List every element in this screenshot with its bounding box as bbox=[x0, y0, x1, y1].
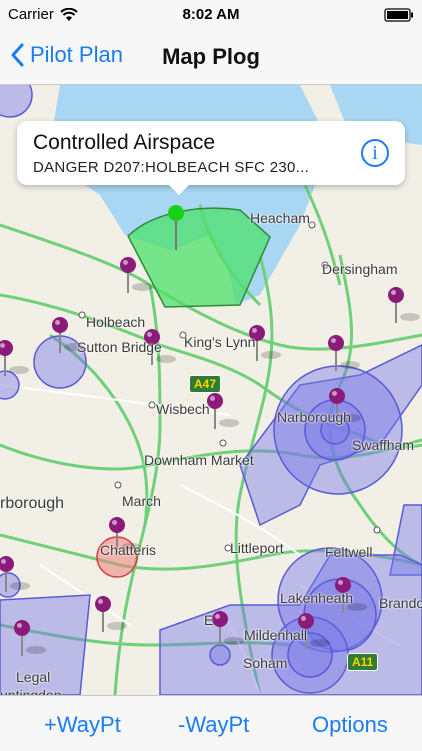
place-legal: Legal bbox=[16, 669, 51, 685]
place-kings-lynn: King's Lynn bbox=[184, 334, 256, 350]
airspace-callout[interactable]: Controlled Airspace DANGER D207:HOLBEACH… bbox=[17, 121, 405, 195]
bottom-toolbar: +WayPt -WayPt Options bbox=[0, 695, 422, 751]
place-ely: E bbox=[204, 612, 214, 628]
place-mildenhall: Mildenhall bbox=[244, 627, 308, 643]
place-peterborough: rborough bbox=[0, 495, 65, 512]
waypoint-pin[interactable] bbox=[388, 287, 420, 323]
callout-title: Controlled Airspace bbox=[33, 131, 216, 154]
waypoint-pin[interactable] bbox=[0, 340, 29, 376]
place-lakenheath: Lakenheath bbox=[280, 590, 354, 606]
map-view[interactable]: Heacham Dersingham Holbeach Sutton Bridg… bbox=[0, 85, 422, 695]
options-button[interactable]: Options bbox=[312, 712, 388, 738]
selected-pin[interactable] bbox=[168, 205, 184, 250]
status-time: 8:02 AM bbox=[182, 6, 240, 23]
place-littleport: Littleport bbox=[230, 540, 284, 556]
place-chatteris: Chatteris bbox=[100, 542, 157, 558]
info-icon[interactable]: i bbox=[361, 139, 389, 167]
place-dersingham: Dersingham bbox=[322, 261, 398, 277]
place-wisbech: Wisbech bbox=[156, 401, 210, 417]
road-shield-a47: A47 bbox=[189, 375, 222, 393]
place-holbeach: Holbeach bbox=[86, 314, 146, 330]
callout-tail bbox=[167, 183, 191, 195]
waypoint-pin[interactable] bbox=[14, 620, 46, 656]
place-narborough: Narborough bbox=[277, 409, 351, 425]
place-soham: Soham bbox=[243, 655, 288, 671]
waypoint-pin[interactable] bbox=[328, 335, 360, 371]
place-heacham: Heacham bbox=[250, 210, 310, 226]
place-march: March bbox=[122, 493, 161, 509]
waypoint-pin[interactable] bbox=[212, 611, 244, 647]
remove-waypoint-button[interactable]: -WayPt bbox=[178, 712, 249, 738]
waypoint-pin[interactable] bbox=[0, 556, 30, 592]
waypoint-pin[interactable] bbox=[95, 596, 127, 632]
place-brandon: Brando bbox=[379, 595, 422, 611]
place-downham-market: Downham Market bbox=[144, 452, 254, 468]
place-sutton-bridge: Sutton Bridge bbox=[77, 339, 162, 355]
callout-subtitle: DANGER D207:HOLBEACH SFC 230... bbox=[33, 159, 310, 176]
place-huntingdon: untingdon bbox=[0, 687, 62, 695]
page-title: Map Plog bbox=[162, 44, 260, 69]
waypoint-pin[interactable] bbox=[207, 393, 239, 429]
waypoint-pin[interactable] bbox=[120, 257, 152, 293]
road-shield-a11: A11 bbox=[347, 653, 379, 671]
status-bar: Carrier 8:02 AM bbox=[0, 0, 422, 30]
navigation-bar: Pilot Plan Map Plog bbox=[0, 30, 422, 85]
place-feltwell: Feltwell bbox=[325, 544, 373, 560]
battery-icon bbox=[384, 8, 414, 26]
place-swaffham: Swaffham bbox=[352, 437, 414, 453]
add-waypoint-button[interactable]: +WayPt bbox=[44, 712, 121, 738]
